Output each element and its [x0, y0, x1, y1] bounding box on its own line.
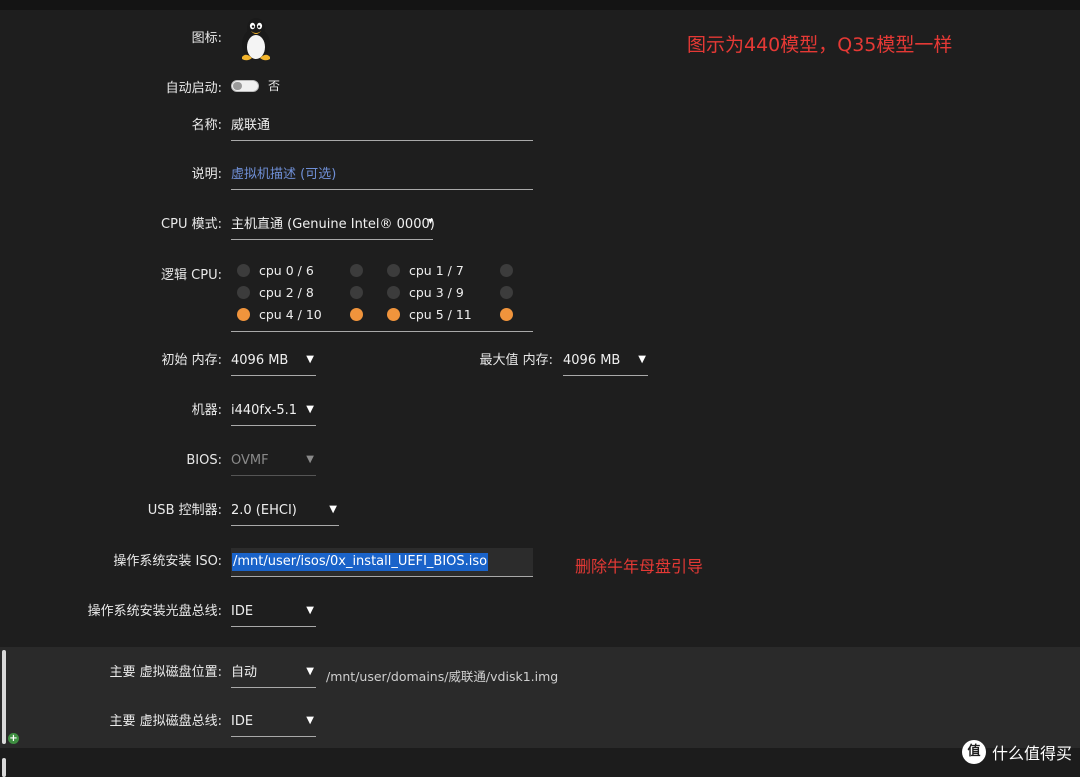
chevron-down-icon: ▼ [306, 666, 314, 677]
cpu-9-checkbox[interactable] [500, 286, 513, 299]
description-label: 说明: [191, 167, 222, 182]
toggle-knob [233, 82, 242, 90]
os-iso-value: /mnt/user/isos/0x_install_UEFI_BIOS.iso [232, 553, 489, 571]
name-input[interactable]: 威联通 [231, 111, 533, 141]
top-strip [0, 0, 1080, 10]
initial-memory-select[interactable]: 4096 MB ▼ [231, 346, 316, 376]
autostart-state-text: 否 [268, 79, 281, 93]
cpu-11-checkbox[interactable] [500, 308, 513, 321]
description-input[interactable]: 虚拟机描述 (可选) [231, 160, 533, 190]
initial-memory-label: 初始 内存: [161, 353, 222, 368]
vdisk-bus-select[interactable]: IDE ▼ [231, 707, 316, 737]
autostart-label: 自动启动: [165, 81, 222, 96]
usb-label: USB 控制器: [147, 503, 222, 518]
chevron-down-icon: ▼ [306, 605, 314, 616]
name-row: 名称: 威联通 [0, 111, 1080, 141]
chevron-down-icon: ▼ [306, 454, 314, 465]
name-label: 名称: [191, 118, 222, 133]
logical-cpu-label: 逻辑 CPU: [161, 268, 222, 283]
cpu-0-checkbox[interactable] [237, 264, 250, 277]
cpu-pair-label: cpu 3 / 9 [409, 285, 464, 300]
bios-select: OVMF ▼ [231, 446, 316, 476]
cpu-6-checkbox[interactable] [350, 264, 363, 277]
vdisk-bus-row: 主要 虚拟磁盘总线: IDE ▼ [0, 707, 1080, 737]
name-value: 威联通 [231, 118, 271, 133]
cpu-pair-label: cpu 4 / 10 [259, 307, 322, 322]
cpu-10-checkbox[interactable] [350, 308, 363, 321]
usb-controller-select[interactable]: 2.0 (EHCI) ▼ [231, 496, 339, 526]
bios-value: OVMF [231, 453, 269, 468]
cpu-3-checkbox[interactable] [387, 286, 400, 299]
cpu-7-checkbox[interactable] [500, 264, 513, 277]
vdisk-location-label: 主要 虚拟磁盘位置: [109, 665, 222, 680]
bottom-strip [0, 748, 1080, 777]
cpu-1-checkbox[interactable] [387, 264, 400, 277]
os-iso-input[interactable]: /mnt/user/isos/0x_install_UEFI_BIOS.iso [231, 548, 533, 577]
annotation-iso-note: 删除牛年母盘引导 [575, 557, 704, 576]
machine-value: i440fx-5.1 [231, 403, 298, 418]
bios-label: BIOS: [186, 453, 222, 468]
cpu-pair-label: cpu 2 / 8 [259, 285, 314, 300]
icon-label: 图标: [191, 31, 222, 46]
autostart-toggle[interactable] [231, 80, 259, 92]
cpu-pair-label: cpu 5 / 11 [409, 307, 472, 322]
os-iso-label: 操作系统安装 ISO: [113, 554, 222, 569]
watermark-text: 什么值得买 [991, 744, 1072, 763]
watermark-badge-icon: 值 [961, 740, 986, 764]
usb-value: 2.0 (EHCI) [231, 503, 297, 518]
cpu-mode-row: CPU 模式: 主机直通 (Genuine Intel® 0000) ▾ [0, 210, 1080, 240]
vdisk-bus-label: 主要 虚拟磁盘总线: [109, 714, 222, 729]
description-placeholder: 虚拟机描述 (可选) [231, 167, 337, 182]
max-memory-value: 4096 MB [563, 353, 621, 368]
initial-memory-value: 4096 MB [231, 353, 289, 368]
cpu-mode-select[interactable]: 主机直通 (Genuine Intel® 0000) ▾ [231, 210, 435, 240]
chevron-down-icon: ▼ [638, 354, 646, 365]
logical-cpu-row: 逻辑 CPU: [0, 260, 1080, 290]
machine-row: 机器: i440fx-5.1 ▼ [0, 396, 1080, 426]
vdisk-location-select[interactable]: 自动 ▼ [231, 658, 316, 688]
chevron-down-icon: ▾ [427, 216, 433, 227]
cpu-mode-label: CPU 模式: [161, 217, 222, 232]
linux-penguin-icon[interactable] [236, 16, 276, 62]
usb-row: USB 控制器: 2.0 (EHCI) ▼ [0, 496, 1080, 526]
annotation-model-note: 图示为440模型，Q35模型一样 [687, 34, 953, 56]
chevron-down-icon: ▼ [306, 715, 314, 726]
os-bus-row: 操作系统安装光盘总线: IDE ▼ [0, 597, 1080, 627]
watermark: 值 什么值得买 [961, 740, 1072, 764]
chevron-down-icon: ▼ [306, 404, 314, 415]
machine-label: 机器: [191, 403, 222, 418]
cpu-pair-label: cpu 0 / 6 [259, 263, 314, 278]
autostart-row: 自动启动: 否 [0, 74, 1080, 104]
cpu-2-checkbox[interactable] [237, 286, 250, 299]
cpu-8-checkbox[interactable] [350, 286, 363, 299]
description-row: 说明: 虚拟机描述 (可选) [0, 160, 1080, 190]
os-bus-value: IDE [231, 604, 254, 619]
logical-cpu-grid: cpu 0 / 6 cpu 1 / 7 cpu 2 / 8 cpu 3 / 9 … [231, 260, 533, 332]
os-iso-row: 操作系统安装 ISO: [0, 547, 1080, 577]
max-memory-select[interactable]: 4096 MB ▼ [563, 346, 648, 376]
vdisk-location-value: 自动 [231, 665, 258, 680]
max-memory-label: 最大值 内存: [479, 353, 553, 368]
cpu-mode-value: 主机直通 (Genuine Intel® 0000) [231, 217, 435, 232]
machine-select[interactable]: i440fx-5.1 ▼ [231, 396, 316, 426]
vdisk-path: /mnt/user/domains/威联通/vdisk1.img [326, 669, 559, 684]
vdisk-bus-value: IDE [231, 714, 254, 729]
memory-row: 初始 内存: 4096 MB ▼ 最大值 内存: 4096 MB ▼ [0, 346, 1080, 376]
cpu-5-checkbox[interactable] [387, 308, 400, 321]
cpu-pair-label: cpu 1 / 7 [409, 263, 464, 278]
os-bus-label: 操作系统安装光盘总线: [87, 604, 222, 619]
section-scroll-marker-2 [2, 758, 6, 777]
cpu-4-checkbox[interactable] [237, 308, 250, 321]
chevron-down-icon: ▼ [306, 354, 314, 365]
bios-row: BIOS: OVMF ▼ [0, 446, 1080, 476]
os-bus-select[interactable]: IDE ▼ [231, 597, 316, 627]
chevron-down-icon: ▼ [329, 504, 337, 515]
